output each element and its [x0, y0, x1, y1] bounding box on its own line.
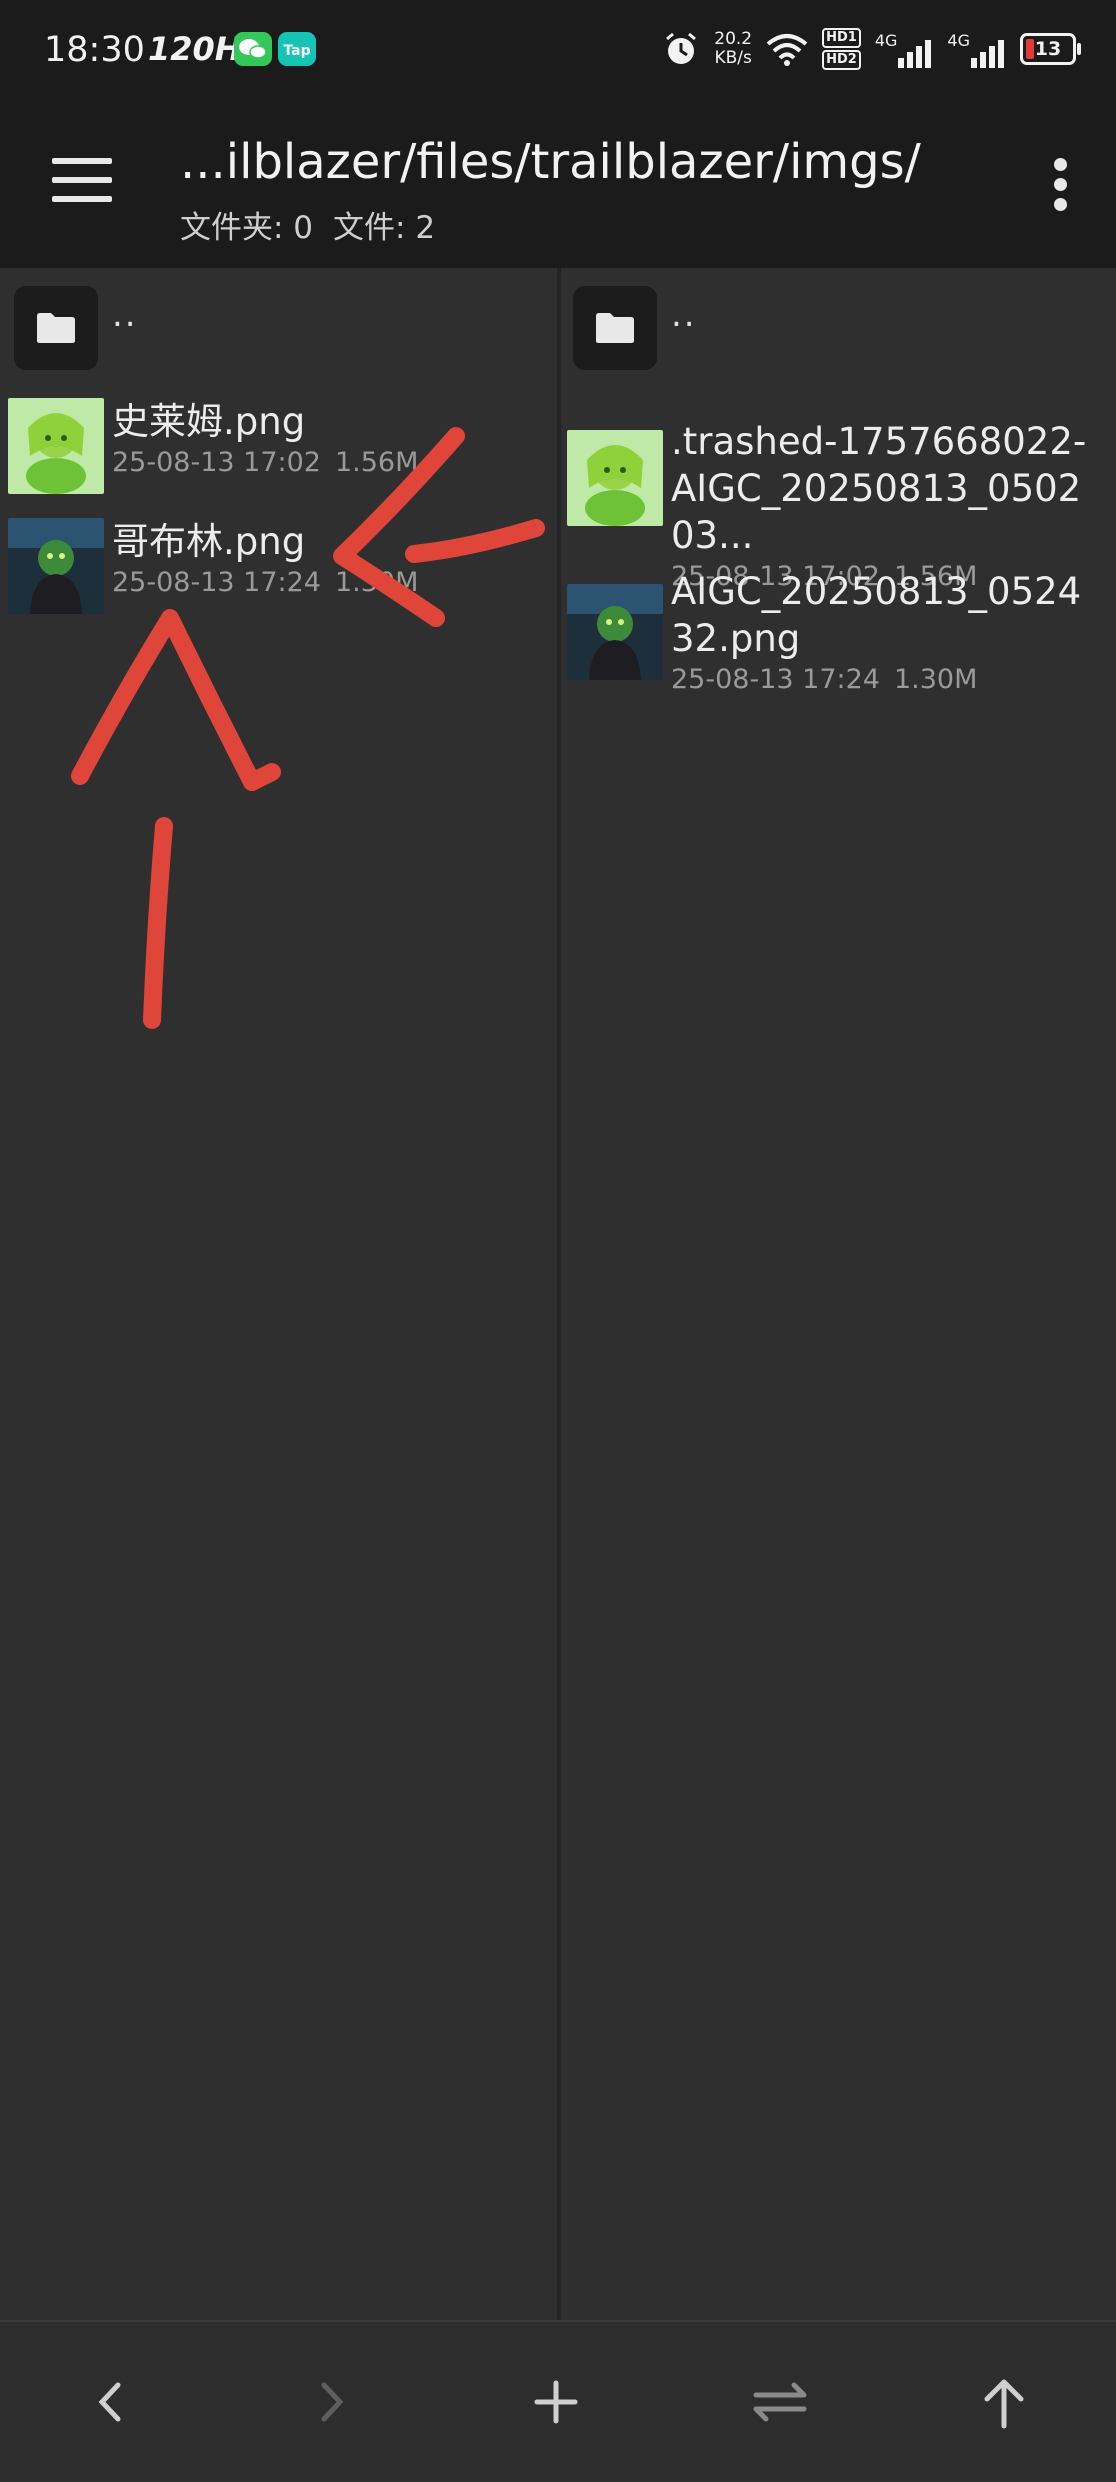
file-name: 史莱姆.png	[112, 400, 306, 443]
file-meta: 25-08-13 17:24 1.30M	[671, 664, 978, 695]
parent-directory-item[interactable]: ..	[573, 286, 697, 370]
status-time: 18:30	[44, 30, 145, 70]
list-item[interactable]: AIGC_20250813_052432.png 25-08-13 17:24 1…	[567, 568, 1107, 695]
hd-indicator: HD1 HD2	[822, 28, 861, 70]
menu-icon[interactable]	[52, 158, 112, 204]
bottom-toolbar	[0, 2320, 1116, 2482]
signal-icon-2: 4G	[947, 31, 1006, 68]
alarm-icon	[666, 32, 697, 64]
status-bar: 18:30 120Hz Tap 20.2 KB/s HD1 HD2 4G 4G …	[0, 0, 1116, 104]
image-thumbnail	[567, 430, 663, 526]
image-thumbnail	[8, 518, 104, 614]
list-item[interactable]: 哥布林.png 25-08-13 17:24 1.30M	[8, 518, 418, 614]
parent-label: ..	[671, 295, 697, 335]
wechat-icon	[234, 32, 272, 66]
file-count: 文件: 2	[333, 210, 436, 246]
parent-directory-item[interactable]: ..	[14, 286, 138, 370]
svg-text:Tap: Tap	[283, 43, 310, 59]
file-meta: 25-08-13 17:24 1.30M	[112, 567, 419, 598]
list-item[interactable]: .trashed-1757668022-AIGC_20250813_050203…	[567, 418, 1107, 592]
file-name: 哥布林.png	[112, 520, 306, 563]
folder-icon	[573, 286, 657, 370]
parent-label: ..	[112, 295, 138, 335]
back-icon[interactable]	[70, 2362, 150, 2442]
more-options-icon[interactable]	[1050, 158, 1070, 211]
wifi-icon	[766, 34, 808, 66]
folder-icon	[14, 286, 98, 370]
forward-icon[interactable]	[292, 2362, 372, 2442]
list-item[interactable]: 史莱姆.png 25-08-13 17:02 1.56M	[8, 398, 418, 494]
up-icon[interactable]	[964, 2362, 1044, 2442]
add-icon[interactable]	[516, 2362, 596, 2442]
path-title: ...ilblazer/files/trailblazer/imgs/	[180, 134, 921, 190]
file-name: AIGC_20250813_052432.png	[671, 570, 1082, 660]
file-meta: 25-08-13 17:02 1.56M	[112, 447, 419, 478]
folder-count: 文件夹: 0	[180, 210, 314, 246]
swap-icon[interactable]	[740, 2362, 820, 2442]
signal-icon: 4G	[875, 31, 934, 68]
battery-icon: 13	[1020, 33, 1081, 65]
right-pane: .. .trashed-1757668022-AIGC_20250813_050…	[561, 268, 1116, 2320]
file-name: .trashed-1757668022-AIGC_20250813_050203…	[671, 420, 1087, 557]
image-thumbnail	[567, 584, 663, 680]
left-pane: .. 史莱姆.png 25-08-13 17:02 1.56M 哥布林.png 2…	[0, 268, 557, 2320]
folder-file-count: 文件夹: 0 文件: 2	[180, 202, 435, 247]
app-bar: ...ilblazer/files/trailblazer/imgs/ 文件夹:…	[0, 104, 1116, 268]
taptap-icon: Tap	[278, 32, 316, 66]
image-thumbnail	[8, 398, 104, 494]
network-speed: 20.2 KB/s	[714, 29, 753, 68]
